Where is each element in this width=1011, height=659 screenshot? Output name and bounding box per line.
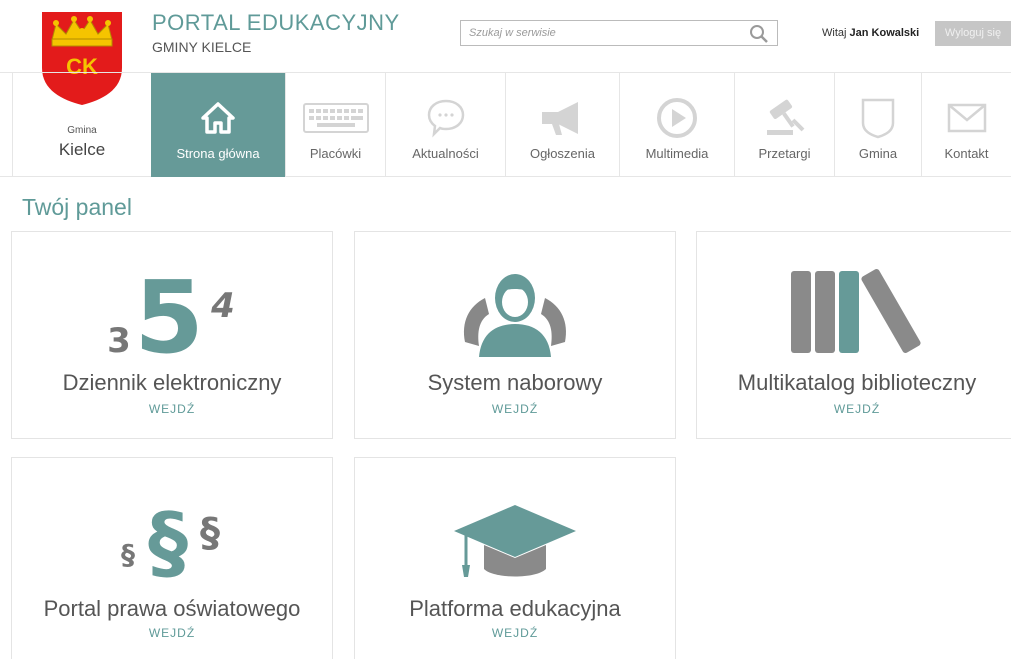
- tile-multikatalog-biblioteczny[interactable]: Multikatalog biblioteczny WEJDŹ: [696, 231, 1011, 439]
- keyboard-icon: [302, 102, 369, 136]
- tile-title: System naborowy: [427, 370, 603, 395]
- paragraph-small-right: §: [200, 510, 220, 556]
- portal-title[interactable]: PORTAL EDUKACYJNY: [152, 10, 400, 36]
- tile-dziennik-elektroniczny[interactable]: 3 5 4 Dziennik elektroniczny WEJDŹ: [11, 231, 333, 439]
- tile-title: Platforma edukacyjna: [409, 596, 621, 621]
- tile-title: Portal prawa oświatowego: [43, 596, 301, 621]
- nav-item-kontakt[interactable]: Kontakt: [921, 73, 1011, 177]
- speech-bubble-icon: [426, 98, 466, 141]
- paragraph-large: §: [148, 496, 188, 583]
- search-icon[interactable]: [749, 24, 769, 44]
- nav-item-multimedia[interactable]: Multimedia: [619, 73, 734, 177]
- tile-system-naborowy[interactable]: System naborowy WEJDŹ: [354, 231, 676, 439]
- paragraph-icon: § § §: [12, 488, 332, 583]
- nav-label: Gmina: [858, 146, 898, 161]
- nav-label: Ogłoszenia: [529, 146, 596, 161]
- panel-heading: Twój panel: [22, 194, 132, 220]
- tile-enter-link[interactable]: WEJDŹ: [12, 402, 332, 416]
- play-icon: [656, 97, 698, 142]
- logout-button[interactable]: Wyloguj się: [935, 21, 1011, 46]
- tile-title: Multikatalog biblioteczny: [737, 370, 977, 395]
- tile-enter-link[interactable]: WEJDŹ: [12, 626, 332, 640]
- nav-item-przetargi[interactable]: Przetargi: [734, 73, 834, 177]
- graduation-cap-icon: [355, 488, 675, 583]
- nav-label: Kontakt: [944, 146, 989, 161]
- shield-icon: [860, 97, 896, 142]
- nav-label: Multimedia: [645, 146, 709, 161]
- portal-subtitle: GMINY KIELCE: [152, 39, 252, 55]
- paragraph-small-left: §: [121, 538, 135, 571]
- gmina-small-label: Gmina: [67, 125, 97, 136]
- search-box: [460, 20, 778, 46]
- grade-five: 5: [134, 262, 204, 357]
- megaphone-icon: [540, 98, 586, 141]
- tile-enter-link[interactable]: WEJDŹ: [355, 626, 675, 640]
- nav-item-ogloszenia[interactable]: Ogłoszenia: [505, 73, 619, 177]
- gmina-name: Kielce: [58, 140, 106, 159]
- welcome-prefix: Witaj: [822, 27, 847, 39]
- nav-label: Strona główna: [176, 146, 260, 161]
- person-icon: [355, 262, 675, 357]
- envelope-icon: [947, 103, 987, 136]
- welcome-text: Witaj Jan Kowalski: [822, 27, 919, 39]
- user-name: Jan Kowalski: [849, 27, 920, 39]
- nav-label: Placówki: [309, 146, 362, 161]
- nav-item-gmina[interactable]: Gmina: [834, 73, 921, 177]
- search-input[interactable]: [461, 21, 741, 45]
- grade-four: 4: [210, 286, 235, 326]
- gmina-label: Gmina Kielce: [12, 73, 151, 177]
- nav-item-placowki[interactable]: Placówki: [285, 73, 385, 177]
- nav-item-strona-glowna[interactable]: Strona główna: [151, 73, 285, 177]
- nav-label: Przetargi: [758, 146, 811, 161]
- tile-enter-link[interactable]: WEJDŹ: [355, 402, 675, 416]
- nav-label: Aktualności: [412, 146, 479, 161]
- nav-item-aktualnosci[interactable]: Aktualności: [385, 73, 505, 177]
- home-icon: [200, 101, 236, 138]
- grades-icon: 3 5 4: [12, 262, 332, 357]
- tile-platforma-edukacyjna[interactable]: Platforma edukacyjna WEJDŹ: [354, 457, 676, 659]
- tile-portal-prawa-oswiatowego[interactable]: § § § Portal prawa oświatowego WEJDŹ: [11, 457, 333, 659]
- gavel-icon: [763, 98, 807, 141]
- tile-enter-link[interactable]: WEJDŹ: [697, 402, 1011, 416]
- tile-title: Dziennik elektroniczny: [62, 370, 282, 395]
- grade-three: 3: [107, 321, 131, 357]
- main-navigation: Gmina Kielce Strona główna Placówki Aktu…: [0, 72, 1011, 177]
- books-icon: [697, 262, 1011, 357]
